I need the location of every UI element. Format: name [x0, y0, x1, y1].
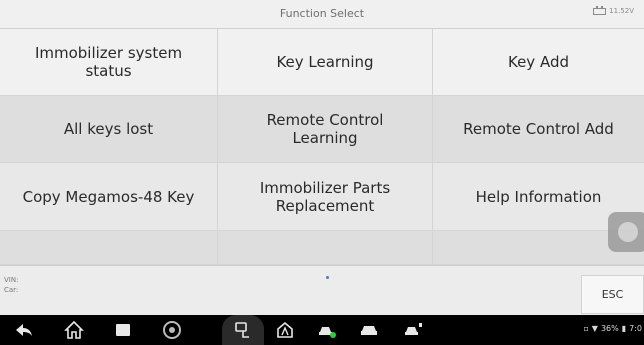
- function-empty-slot: [0, 231, 218, 265]
- status-area: ▫ ▼ 36% ▮ 7:0: [583, 324, 642, 333]
- function-all-keys-lost[interactable]: All keys lost: [0, 96, 218, 163]
- wifi-icon: ▼: [591, 324, 598, 333]
- floating-assistive-button[interactable]: [608, 212, 644, 252]
- clock: 7:0: [629, 324, 642, 333]
- function-immobilizer-system-status[interactable]: Immobilizer system status: [0, 29, 218, 96]
- back-icon[interactable]: [14, 320, 34, 340]
- chrome-icon[interactable]: [162, 320, 182, 340]
- function-copy-megamos-48-key[interactable]: Copy Megamos-48 Key: [0, 163, 218, 231]
- vci-icon[interactable]: [233, 320, 253, 340]
- page-title: Function Select: [279, 7, 365, 20]
- battery-percent: 36%: [600, 324, 619, 333]
- function-empty-slot: [218, 231, 433, 265]
- system-navigation-bar: ▫ ▼ 36% ▮ 7:0: [0, 315, 644, 345]
- function-immobilizer-parts-replacement[interactable]: Immobilizer Parts Replacement: [218, 163, 433, 231]
- notification-icon: ▫: [583, 324, 589, 333]
- car-label: Car:: [4, 286, 19, 294]
- voltage-value: 11.52V: [609, 7, 634, 15]
- function-key-add[interactable]: Key Add: [433, 29, 644, 96]
- function-remote-control-add[interactable]: Remote Control Add: [433, 96, 644, 163]
- recent-apps-icon[interactable]: [113, 320, 133, 340]
- vin-label: VIN:: [4, 276, 19, 284]
- page-indicator-dot: [326, 276, 329, 279]
- vehicle-voltage: 11.52V: [593, 5, 634, 15]
- car-service-icon[interactable]: [317, 320, 337, 340]
- function-grid: Immobilizer system status Key Learning K…: [0, 29, 644, 265]
- car-settings-icon[interactable]: [404, 320, 424, 340]
- function-remote-control-learning[interactable]: Remote Control Learning: [218, 96, 433, 163]
- home-icon[interactable]: [64, 320, 84, 340]
- function-key-learning[interactable]: Key Learning: [218, 29, 433, 96]
- battery-level-icon: ▮: [621, 324, 627, 333]
- battery-icon: [593, 5, 607, 15]
- car-icon[interactable]: [359, 320, 379, 340]
- autel-home-icon[interactable]: [275, 320, 295, 340]
- esc-button[interactable]: ESC: [581, 275, 644, 314]
- title-bar: Function Select 11.52V: [0, 0, 644, 29]
- vehicle-info-bar: VIN: Car: ESC: [0, 265, 644, 316]
